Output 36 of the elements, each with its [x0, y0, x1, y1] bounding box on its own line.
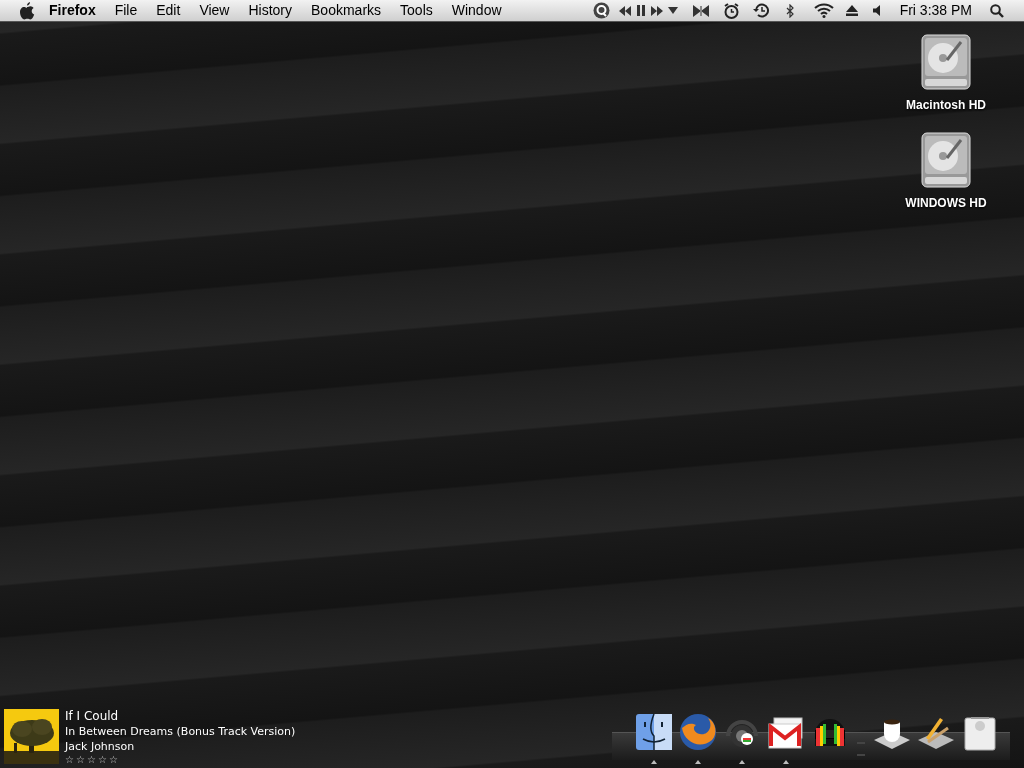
hard-drive-icon[interactable] [921, 132, 971, 188]
menu-item[interactable]: View [199, 0, 230, 21]
eject-icon[interactable] [845, 5, 858, 16]
bluetooth-icon[interactable] [785, 3, 794, 18]
wifi-icon[interactable] [813, 3, 834, 18]
q-icon[interactable] [592, 2, 610, 19]
empty-star-icon[interactable]: ☆ [65, 754, 74, 766]
apple-logo-icon[interactable] [19, 1, 35, 20]
app-menu[interactable]: Firefox [49, 0, 96, 21]
artist-name: Jack Johnson [65, 739, 136, 754]
menu-item[interactable]: Bookmarks [311, 0, 382, 21]
firefox-globe-icon[interactable] [678, 712, 718, 752]
rewind-icon[interactable] [618, 5, 631, 16]
empty-star-icon[interactable]: ☆ [97, 754, 107, 766]
alarm-clock-icon[interactable] [723, 2, 739, 19]
search-icon[interactable] [990, 3, 1004, 18]
dock-divider [857, 742, 865, 756]
menu-bar-clock[interactable]: Fri 3:38 PM [899, 0, 972, 21]
menu-item[interactable]: File [114, 0, 138, 21]
drive-label[interactable]: WINDOWS HD [905, 194, 987, 212]
dropdown-triangle-icon[interactable] [667, 7, 678, 14]
drive-label[interactable]: Macintosh HD [906, 96, 986, 114]
menu-item[interactable]: Edit [156, 0, 181, 21]
album-name: In Between Dreams (Bonus Track Version) [65, 724, 296, 739]
song-title: If I Could [65, 709, 120, 724]
menu-item[interactable]: Tools [400, 0, 433, 21]
fast-forward-icon[interactable] [650, 5, 663, 16]
empty-star-icon[interactable]: ☆ [108, 754, 118, 766]
empty-star-icon[interactable]: ☆ [75, 754, 85, 766]
hard-drive-icon[interactable] [921, 34, 971, 90]
menu-item[interactable]: History [248, 0, 293, 21]
finder-face-icon[interactable] [634, 712, 674, 752]
pause-icon[interactable] [636, 5, 645, 16]
empty-star-icon[interactable]: ☆ [86, 754, 96, 766]
menu-item[interactable]: Window [451, 0, 502, 21]
time-machine-icon[interactable] [752, 2, 770, 19]
